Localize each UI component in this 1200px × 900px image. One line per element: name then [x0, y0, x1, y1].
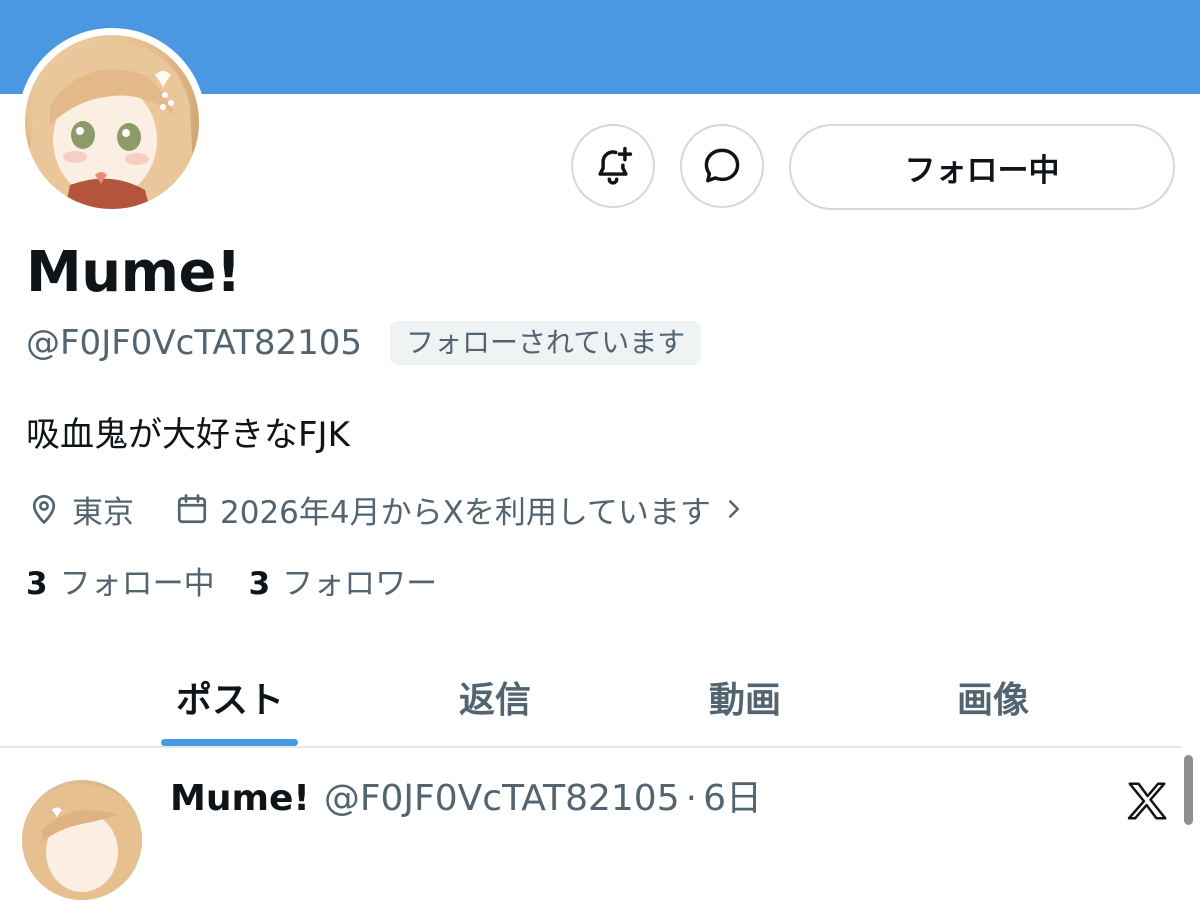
- chevron-right-icon: [728, 500, 739, 518]
- post-timestamp[interactable]: 6日: [703, 774, 762, 824]
- calendar-icon: [177, 494, 207, 524]
- joined-text: 2026年4月からXを利用しています: [220, 494, 711, 531]
- post-author-handle[interactable]: @F0JF0VcTAT82105: [324, 774, 680, 824]
- following-label: フォロー中: [59, 566, 215, 602]
- following-button[interactable]: フォロー中: [789, 124, 1175, 210]
- profile-tabs: ポスト 返信 動画 画像: [0, 648, 1182, 748]
- bell-plus-icon: [598, 146, 633, 185]
- notify-button[interactable]: [571, 124, 655, 208]
- profile-meta: 東京 2026年4月からXを利用しています: [26, 484, 749, 534]
- user-handle: @F0JF0VcTAT82105: [26, 323, 363, 363]
- tab-videos[interactable]: 動画: [625, 648, 865, 746]
- location-pin-icon: [32, 494, 56, 524]
- follows-you-badge: フォローされています: [390, 321, 702, 365]
- post-author-name[interactable]: Mume!: [170, 774, 310, 824]
- following-count: 3: [26, 566, 48, 602]
- profile-avatar[interactable]: [25, 35, 199, 209]
- tab-images[interactable]: 画像: [873, 648, 1113, 746]
- joined-date[interactable]: 2026年4月からXを利用しています: [174, 487, 749, 532]
- message-button[interactable]: [680, 124, 764, 208]
- followers-count: 3: [248, 566, 271, 602]
- post-header: Mume! @F0JF0VcTAT82105 · 6日: [170, 774, 762, 824]
- post-avatar[interactable]: [22, 780, 142, 900]
- profile-avatar-ring: [18, 28, 206, 216]
- x-logo-icon: [1127, 782, 1167, 820]
- followers-stat[interactable]: 3 フォロワー: [249, 562, 438, 606]
- followers-label: フォロワー: [282, 566, 438, 602]
- tabs-divider: [0, 746, 1182, 748]
- location-text: 東京: [72, 494, 134, 531]
- message-bubble-icon: [704, 148, 740, 183]
- profile-bio: 吸血鬼が大好きなFJK: [26, 415, 350, 455]
- following-stat[interactable]: 3 フォロー中: [26, 562, 215, 606]
- active-tab-indicator: [161, 739, 298, 746]
- scrollbar[interactable]: [1184, 755, 1193, 825]
- tab-posts[interactable]: ポスト: [110, 648, 350, 746]
- post-separator: ·: [685, 778, 698, 819]
- follow-stats: 3 フォロー中 3 フォロワー: [26, 562, 437, 606]
- display-name: Mume!: [26, 240, 241, 305]
- location: 東京: [26, 487, 134, 532]
- handle-row: @F0JF0VcTAT82105 フォローされています: [26, 320, 702, 366]
- tab-replies[interactable]: 返信: [375, 648, 615, 746]
